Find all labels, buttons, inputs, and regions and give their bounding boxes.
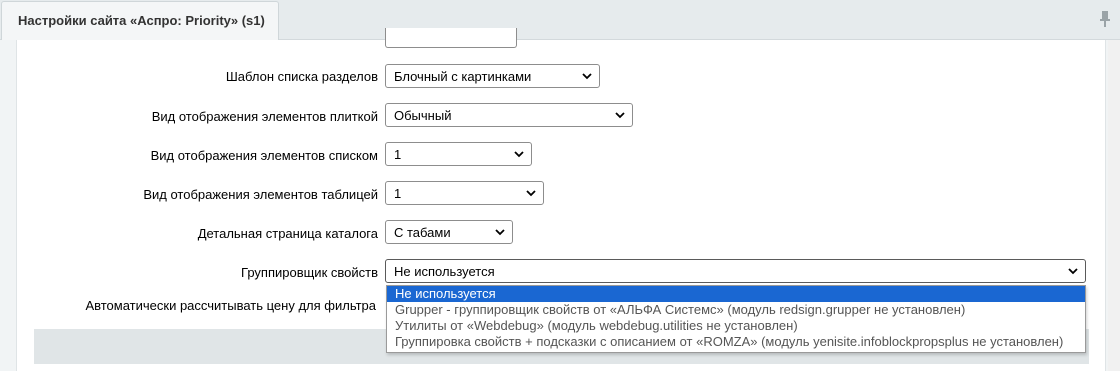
dropdown-option[interactable]: Grupper - группировщик свойств от «АЛЬФА… bbox=[387, 302, 1085, 318]
dropdown-option[interactable]: Не используется bbox=[387, 286, 1085, 302]
label-catalog-detail-page: Детальная страница каталога bbox=[197, 226, 378, 241]
select-value: Обычный bbox=[394, 108, 452, 123]
chevron-down-icon bbox=[495, 229, 505, 236]
tab-title: Настройки сайта «Аспро: Priority» (s1) bbox=[18, 13, 265, 28]
label-tile-view: Вид отображения элементов плиткой bbox=[151, 109, 378, 124]
tab-bar: Настройки сайта «Аспро: Priority» (s1) bbox=[0, 0, 1120, 40]
chevron-down-icon bbox=[1068, 268, 1078, 275]
select-value: 1 bbox=[394, 147, 402, 162]
label-list-view: Вид отображения элементов списком bbox=[150, 148, 378, 163]
chevron-down-icon bbox=[514, 151, 524, 158]
scrollbar[interactable] bbox=[1108, 40, 1120, 371]
select-tile-view[interactable]: Обычный bbox=[385, 103, 633, 127]
chevron-down-icon bbox=[526, 190, 536, 197]
pin-icon[interactable] bbox=[1098, 10, 1112, 28]
label-property-grouper: Группировщик свойств bbox=[241, 265, 378, 280]
select-table-view[interactable]: 1 bbox=[385, 181, 544, 205]
select-property-grouper[interactable]: Не используется bbox=[385, 259, 1086, 283]
select-section-list-template[interactable]: Блочный с картинками bbox=[385, 64, 600, 88]
select-catalog-detail-page[interactable]: С табами bbox=[385, 220, 513, 244]
select-value: Блочный с картинками bbox=[394, 69, 532, 84]
label-auto-calc-filter-price: Автоматически рассчитывать цену для филь… bbox=[85, 298, 376, 313]
chevron-down-icon bbox=[582, 73, 592, 80]
previous-select-cutoff[interactable] bbox=[385, 28, 517, 48]
chevron-down-icon bbox=[615, 112, 625, 119]
select-value: Не используется bbox=[394, 264, 495, 279]
property-grouper-dropdown-list: Не используется Grupper - группировщик с… bbox=[386, 285, 1086, 353]
label-section-list-template: Шаблон списка разделов bbox=[225, 69, 378, 84]
select-value: 1 bbox=[394, 186, 402, 201]
dropdown-option[interactable]: Группировка свойств + подсказки с описан… bbox=[387, 334, 1085, 350]
select-value: С табами bbox=[394, 225, 451, 240]
label-table-view: Вид отображения элементов таблицей bbox=[143, 187, 378, 202]
select-list-view[interactable]: 1 bbox=[385, 142, 532, 166]
tab-site-settings[interactable]: Настройки сайта «Аспро: Priority» (s1) bbox=[1, 1, 279, 40]
dropdown-option[interactable]: Утилиты от «Webdebug» (модуль webdebug.u… bbox=[387, 318, 1085, 334]
